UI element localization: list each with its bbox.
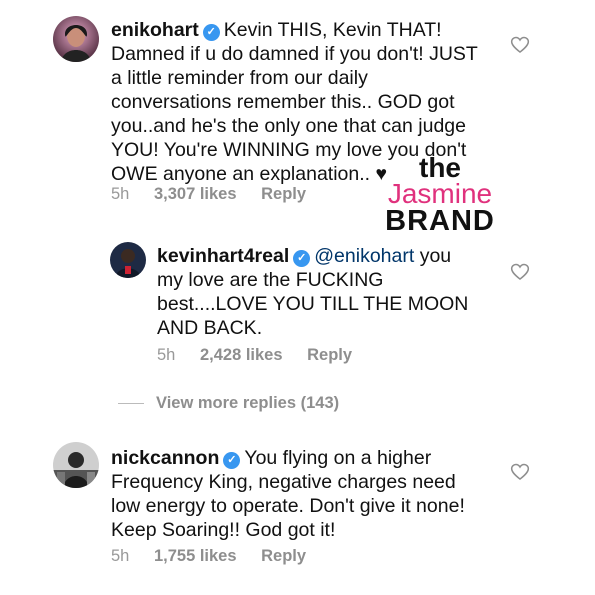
comment-meta: 5h 1,755 likes Reply	[111, 547, 326, 566]
reply-button[interactable]: Reply	[261, 185, 306, 203]
username[interactable]: enikohart	[111, 19, 199, 41]
reply-button[interactable]: Reply	[261, 547, 306, 565]
mention-link[interactable]: @enikohart	[314, 245, 414, 267]
verified-badge-icon: ✓	[223, 452, 241, 469]
likes-count[interactable]: 2,428 likes	[200, 346, 283, 364]
likes-count[interactable]: 3,307 likes	[154, 185, 237, 203]
timestamp: 5h	[157, 346, 176, 364]
comment-body: nickcannon ✓ You flying on a higher Freque…	[111, 446, 481, 542]
verified-badge-icon: ✓	[202, 24, 220, 41]
reply-meta: 5h 2,428 likes Reply	[157, 346, 372, 365]
jasmine-brand-watermark: the Jasmine BRAND	[380, 154, 500, 237]
username[interactable]: nickcannon	[111, 447, 219, 469]
heart-outline-icon[interactable]	[510, 262, 530, 282]
view-more-replies[interactable]: View more replies (143)	[118, 394, 339, 413]
view-more-label[interactable]: View more replies (143)	[156, 394, 339, 412]
reply-button[interactable]: Reply	[307, 346, 352, 364]
heart-outline-icon[interactable]	[510, 462, 530, 482]
watermark-brand: BRAND	[385, 205, 495, 237]
reply-body: kevinhart4real ✓ @enikohart you my love ar…	[157, 244, 477, 340]
timestamp: 5h	[111, 547, 130, 565]
comment-meta: 5h 3,307 likes Reply	[111, 185, 326, 204]
avatar-photo	[53, 16, 99, 62]
timestamp: 5h	[111, 185, 130, 203]
username[interactable]: kevinhart4real	[157, 245, 289, 267]
heart-outline-icon[interactable]	[510, 35, 530, 55]
avatar-photo	[53, 442, 99, 488]
avatar-photo	[110, 242, 146, 278]
verified-badge-icon: ✓	[293, 250, 311, 267]
avatar-kevinhart4real[interactable]	[110, 242, 146, 278]
divider-line	[118, 403, 144, 405]
likes-count[interactable]: 1,755 likes	[154, 547, 237, 565]
avatar-nickcannon[interactable]	[53, 442, 99, 488]
watermark-jasmine: Jasmine	[387, 178, 493, 209]
avatar-enikohart[interactable]	[53, 16, 99, 62]
